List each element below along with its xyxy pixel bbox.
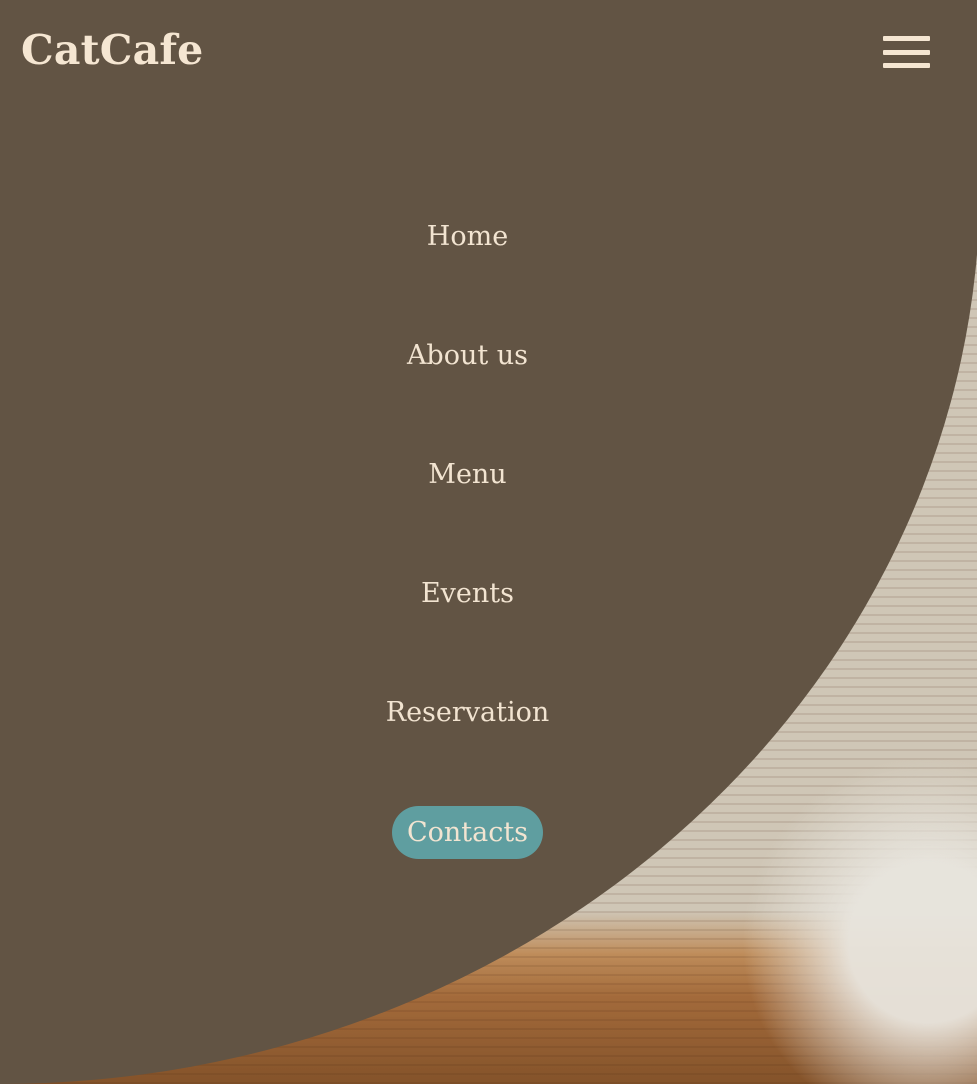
nav-item-contacts[interactable]: Contacts — [392, 806, 543, 859]
nav-item-menu[interactable]: Menu — [0, 461, 935, 488]
nav-item-events[interactable]: Events — [0, 580, 935, 607]
nav-item-about-us[interactable]: About us — [0, 342, 935, 369]
main-navigation: Home About us Menu Events Reservation Co… — [0, 0, 935, 1084]
nav-item-home[interactable]: Home — [0, 223, 935, 250]
page: CatCafe Home About us Menu Events Reserv… — [0, 0, 977, 1084]
nav-item-reservation[interactable]: Reservation — [0, 699, 935, 726]
contacts-label: Contacts — [406, 817, 529, 848]
